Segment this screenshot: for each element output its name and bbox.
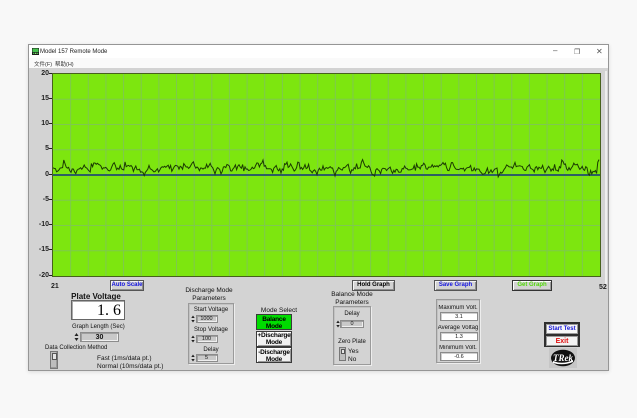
svg-text:TRek: TRek: [553, 353, 573, 363]
